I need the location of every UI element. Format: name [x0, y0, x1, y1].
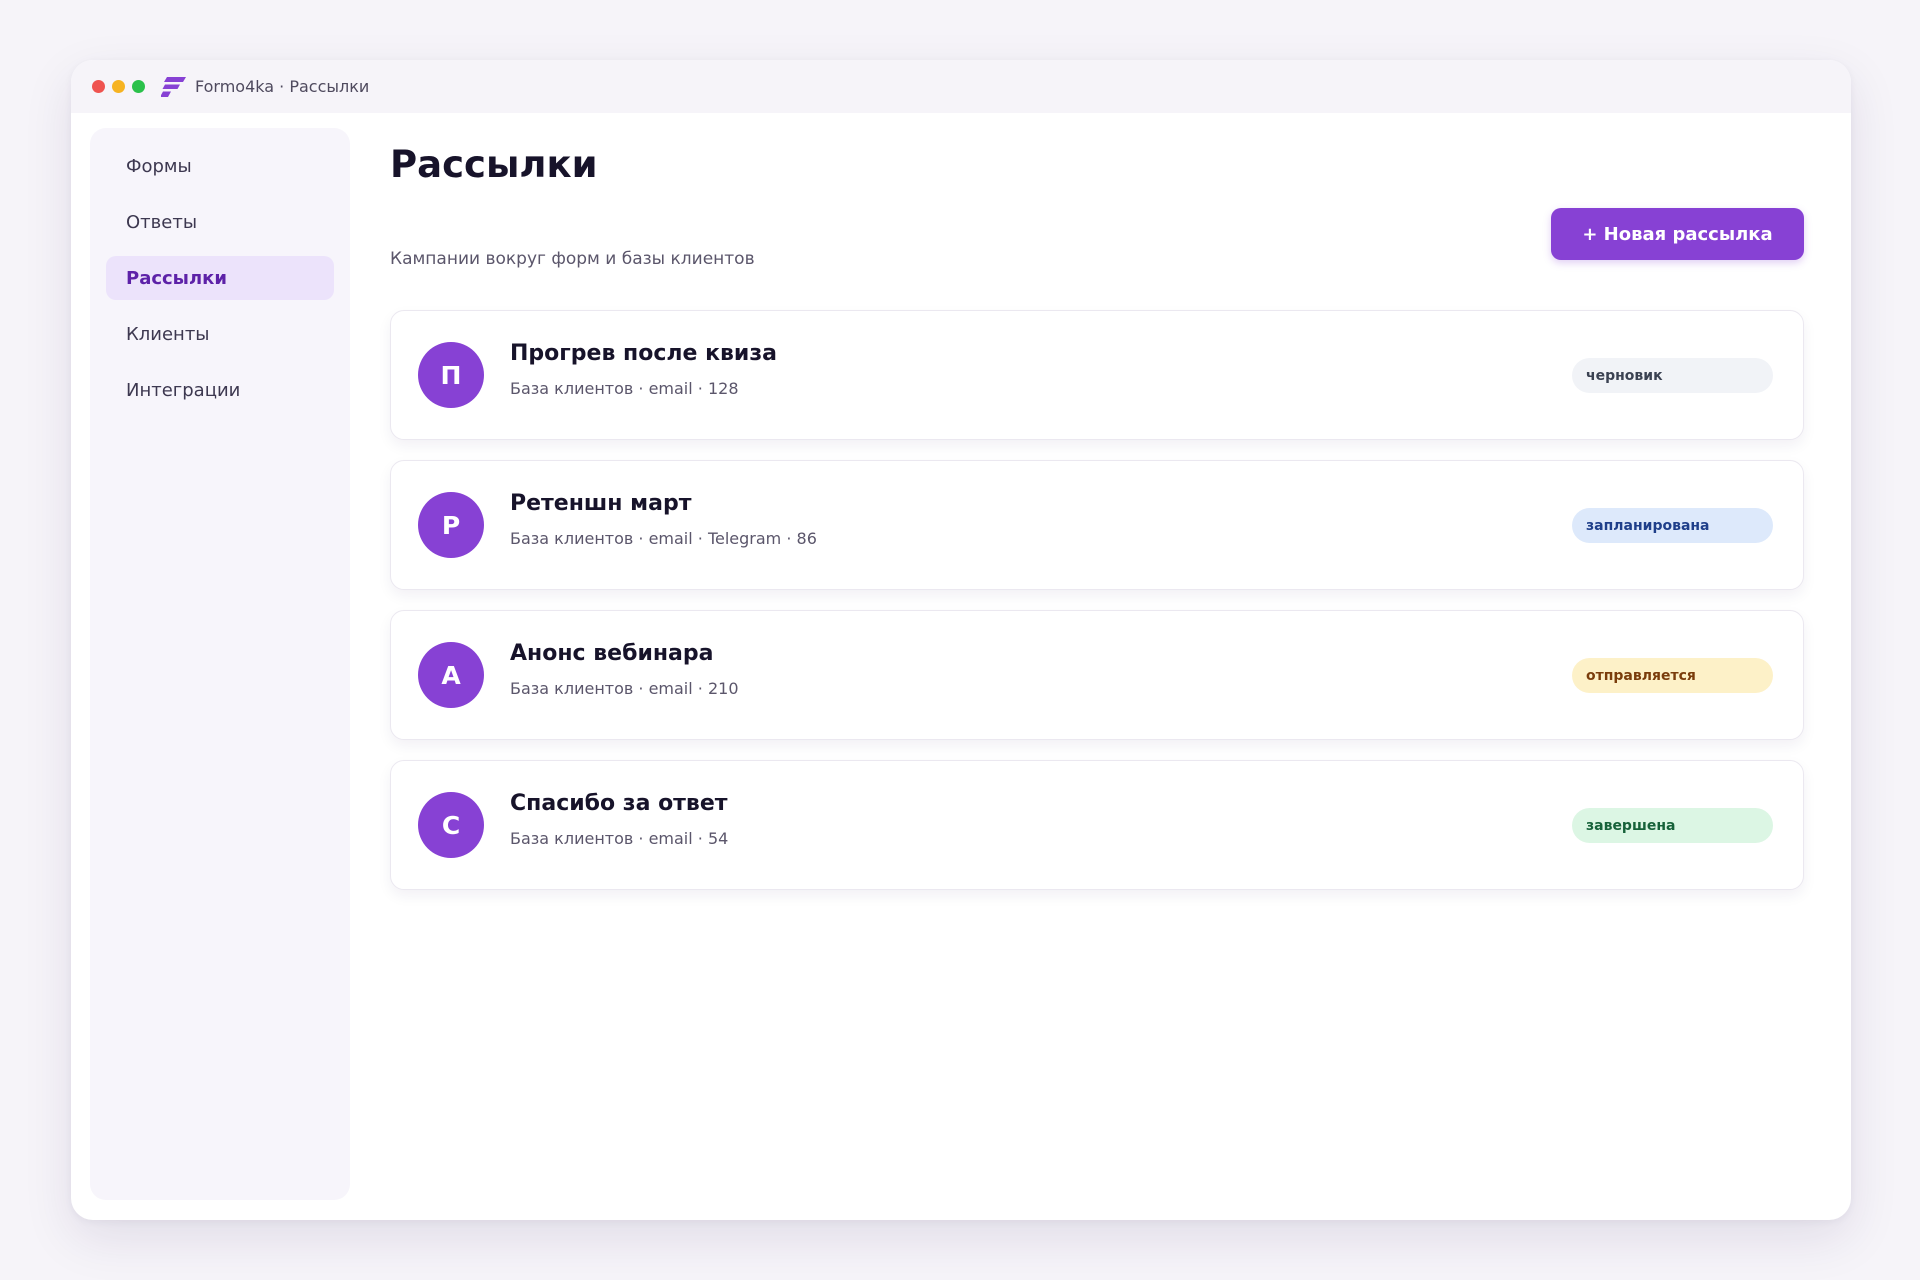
sidebar-item-label: Клиенты [126, 323, 210, 345]
campaign-title: Ретеншн март [510, 491, 692, 516]
campaign-meta: База клиентов · email · Telegram · 86 [510, 529, 817, 548]
campaign-meta: База клиентов · email · 54 [510, 829, 729, 848]
campaign-avatar: П [418, 342, 484, 408]
page-title: Рассылки [390, 143, 598, 186]
campaign-title: Спасибо за ответ [510, 791, 728, 816]
sidebar-item-label: Рассылки [126, 267, 227, 289]
maximize-window-dot[interactable] [132, 80, 145, 93]
minimize-window-dot[interactable] [112, 80, 125, 93]
campaign-avatar: А [418, 642, 484, 708]
sidebar-item-label: Формы [126, 155, 192, 177]
sidebar-item-1[interactable]: Ответы [106, 200, 334, 244]
status-badge: завершена [1572, 808, 1773, 843]
status-badge: запланирована [1572, 508, 1773, 543]
campaign-card[interactable]: Р Ретеншн март База клиентов · email · Tel… [390, 460, 1804, 590]
main-content: Рассылки Кампании вокруг форм и базы кли… [390, 113, 1804, 890]
app-window: Formo4ka · Рассылки Формы Ответы Рассылки К… [71, 60, 1851, 1220]
campaign-meta: База клиентов · email · 210 [510, 679, 739, 698]
sidebar-item-label: Интеграции [126, 379, 241, 401]
campaign-card[interactable]: П Прогрев после квиза База клиентов · emai… [390, 310, 1804, 440]
campaign-title: Прогрев после квиза [510, 341, 777, 366]
status-badge: черновик [1572, 358, 1773, 393]
sidebar-item-2[interactable]: Рассылки [106, 256, 334, 300]
campaign-card[interactable]: С Спасибо за ответ База клиентов · email ·… [390, 760, 1804, 890]
status-badge: отправляется [1572, 658, 1773, 693]
formo4ka-logo-icon [161, 76, 187, 98]
sidebar-item-4[interactable]: Интеграции [106, 368, 334, 412]
sidebar: Формы Ответы Рассылки Клиенты Интеграции [90, 128, 350, 1200]
window-title: Formo4ka · Рассылки [195, 77, 370, 96]
new-campaign-button[interactable]: + Новая рассылка [1551, 208, 1804, 260]
campaign-meta: База клиентов · email · 128 [510, 379, 739, 398]
sidebar-item-3[interactable]: Клиенты [106, 312, 334, 356]
sidebar-item-label: Ответы [126, 211, 198, 233]
campaign-card[interactable]: А Анонс вебинара База клиентов · email · 2… [390, 610, 1804, 740]
page-subtitle: Кампании вокруг форм и базы клиентов [390, 249, 755, 269]
campaign-title: Анонс вебинара [510, 641, 714, 666]
campaign-avatar: Р [418, 492, 484, 558]
campaign-list: П Прогрев после квиза База клиентов · emai… [390, 310, 1804, 910]
sidebar-item-0[interactable]: Формы [106, 144, 334, 188]
campaign-avatar: С [418, 792, 484, 858]
close-window-dot[interactable] [92, 80, 105, 93]
title-bar: Formo4ka · Рассылки [71, 60, 1851, 113]
